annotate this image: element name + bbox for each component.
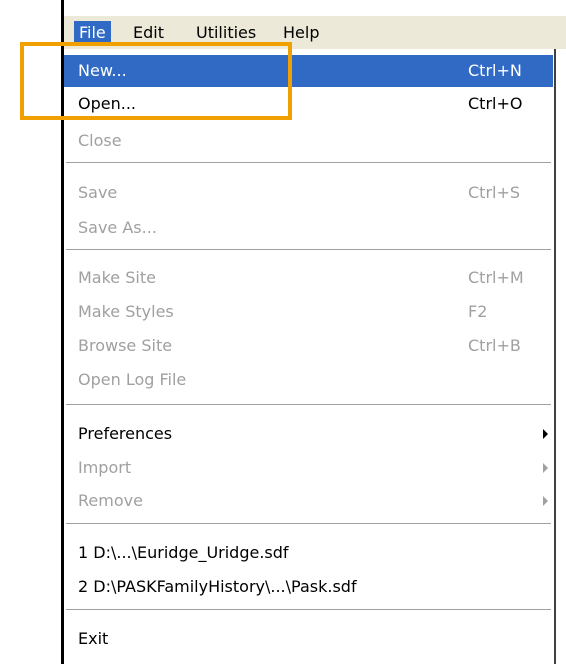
menu-item-exit[interactable]: Exit (64, 623, 553, 655)
menu-separator (66, 404, 551, 405)
menu-item-save-as[interactable]: Save As... (64, 212, 553, 244)
menu-item-shortcut: Ctrl+B (468, 336, 521, 355)
annotation-highlight-box (20, 42, 292, 120)
menu-item-shortcut: Ctrl+S (468, 183, 521, 202)
menu-item-save[interactable]: Save Ctrl+S (64, 177, 553, 209)
menu-item-shortcut: Ctrl+N (468, 61, 522, 80)
menu-item-recent-file-2[interactable]: 2 D:\PASKFamilyHistory\...\Pask.sdf (64, 571, 553, 603)
menu-item-label: Open Log File (78, 370, 187, 389)
menu-item-label: Remove (78, 491, 143, 510)
submenu-arrow-icon (543, 496, 548, 506)
menu-item-label: Make Styles (78, 302, 174, 321)
menu-item-label: Make Site (78, 268, 156, 287)
menu-item-label: Save (78, 183, 118, 202)
menu-item-preferences[interactable]: Preferences (64, 418, 553, 450)
menu-separator (66, 249, 551, 250)
menu-item-shortcut: F2 (468, 302, 488, 321)
menu-item-remove[interactable]: Remove (64, 485, 553, 517)
menu-item-shortcut: Ctrl+M (468, 268, 524, 287)
menu-item-shortcut: Ctrl+O (468, 94, 523, 113)
menu-item-recent-file-1[interactable]: 1 D:\...\Euridge_Uridge.sdf (64, 537, 553, 569)
menu-item-label: Save As... (78, 218, 157, 237)
menu-item-label: 2 D:\PASKFamilyHistory\...\Pask.sdf (78, 577, 357, 596)
menu-item-import[interactable]: Import (64, 452, 553, 484)
menu-separator (66, 609, 551, 610)
submenu-arrow-icon (543, 429, 548, 439)
menu-item-make-site[interactable]: Make Site Ctrl+M (64, 262, 553, 294)
menu-item-label: Import (78, 458, 132, 477)
menu-item-label: 1 D:\...\Euridge_Uridge.sdf (78, 543, 289, 562)
file-menu-dropdown: New... Ctrl+N Open... Ctrl+O Close Save … (64, 49, 556, 664)
menu-item-label: Exit (78, 629, 109, 648)
menu-item-open-log-file[interactable]: Open Log File (64, 364, 553, 396)
menu-item-browse-site[interactable]: Browse Site Ctrl+B (64, 330, 553, 362)
menu-item-close[interactable]: Close (64, 125, 553, 157)
menu-separator (66, 523, 551, 524)
menu-item-label: Close (78, 131, 122, 150)
submenu-arrow-icon (543, 463, 548, 473)
menu-item-label: Browse Site (78, 336, 173, 355)
menu-item-make-styles[interactable]: Make Styles F2 (64, 296, 553, 328)
menu-separator (66, 162, 551, 163)
menu-item-label: Preferences (78, 424, 173, 443)
